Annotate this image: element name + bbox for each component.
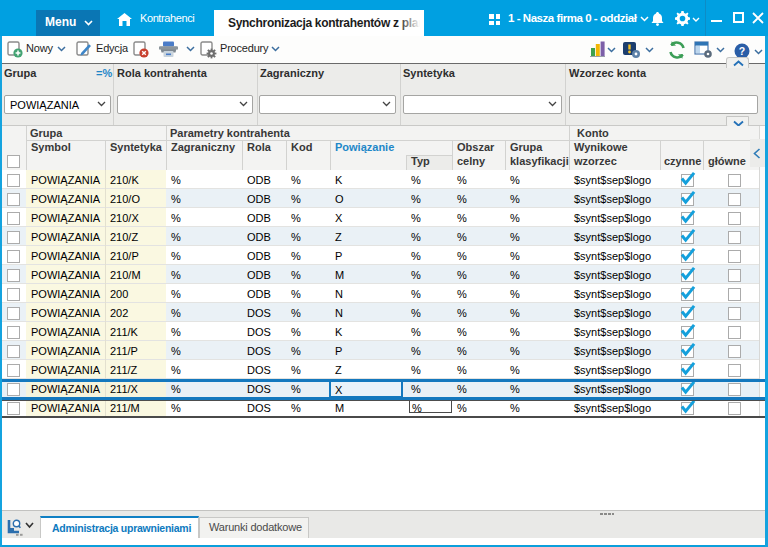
svg-text:?: ? [739, 45, 745, 57]
